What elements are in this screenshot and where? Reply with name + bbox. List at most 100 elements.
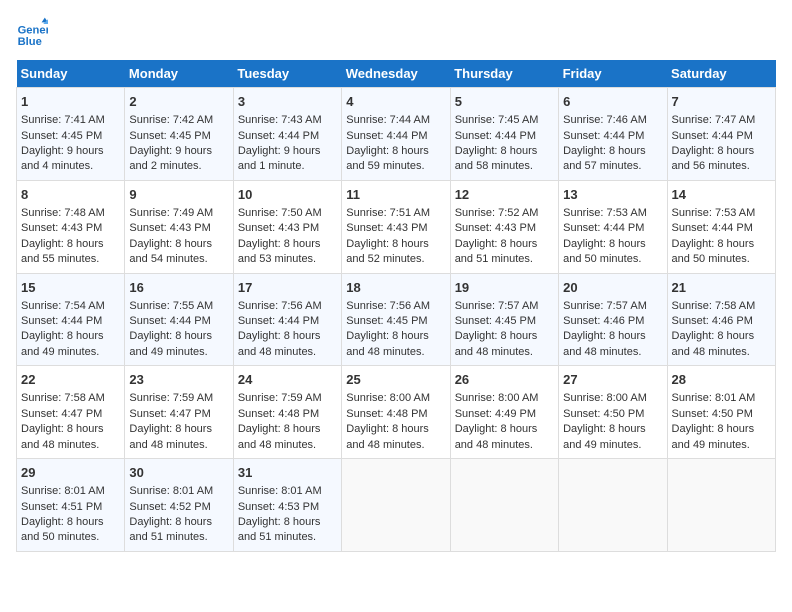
sunset-text: Sunset: 4:44 PM xyxy=(346,130,427,142)
day-header-saturday: Saturday xyxy=(667,60,775,88)
daylight-text: Daylight: 8 hours and 48 minutes. xyxy=(672,330,755,357)
logo-icon: General Blue xyxy=(16,16,48,48)
daylight-text: Daylight: 8 hours and 51 minutes. xyxy=(455,238,538,265)
sunrise-text: Sunrise: 7:43 AM xyxy=(238,114,322,126)
daylight-text: Daylight: 8 hours and 52 minutes. xyxy=(346,238,429,265)
sunrise-text: Sunrise: 7:55 AM xyxy=(129,300,213,312)
calendar-body: 1 Sunrise: 7:41 AM Sunset: 4:45 PM Daylight… xyxy=(17,88,776,552)
calendar-cell xyxy=(342,459,450,552)
day-number: 2 xyxy=(129,93,228,111)
calendar-cell: 4Sunrise: 7:44 AMSunset: 4:44 PMDaylight… xyxy=(342,88,450,181)
sunrise-text: Sunrise: 7:50 AM xyxy=(238,207,322,219)
sunrise-text: Sunrise: 8:01 AM xyxy=(21,485,105,497)
day-number: 12 xyxy=(455,186,554,204)
day-header-friday: Friday xyxy=(559,60,667,88)
day-number: 10 xyxy=(238,186,337,204)
day-number: 18 xyxy=(346,279,445,297)
sunset-text: Sunset: 4:50 PM xyxy=(563,408,644,420)
day-number: 1 xyxy=(21,93,120,111)
calendar-cell: 14 Sunrise: 7:53 AM Sunset: 4:44 PM Dayligh… xyxy=(667,180,775,273)
day-number: 20 xyxy=(563,279,662,297)
calendar-cell: 21Sunrise: 7:58 AMSunset: 4:46 PMDayligh… xyxy=(667,273,775,366)
day-number: 6 xyxy=(563,93,662,111)
sunrise-text: Sunrise: 8:01 AM xyxy=(238,485,322,497)
day-header-thursday: Thursday xyxy=(450,60,558,88)
sunrise-text: Sunrise: 7:58 AM xyxy=(21,392,105,404)
day-number: 31 xyxy=(238,464,337,482)
day-number: 30 xyxy=(129,464,228,482)
calendar-week-1: 1Sunrise: 7:41 AMSunset: 4:45 PMDaylight… xyxy=(17,88,776,181)
sunrise-text: Sunrise: 7:56 AM xyxy=(346,300,430,312)
calendar-week-2: 8Sunrise: 7:48 AMSunset: 4:43 PMDaylight… xyxy=(17,180,776,273)
sunrise-text: Sunrise: 7:48 AM xyxy=(21,207,105,219)
day-number: 3 xyxy=(238,93,337,111)
calendar-cell: 7Sunrise: 7:47 AMSunset: 4:44 PMDaylight… xyxy=(667,88,775,181)
sunrise-text: Sunrise: 7:59 AM xyxy=(238,392,322,404)
calendar-cell: 25Sunrise: 8:00 AMSunset: 4:48 PMDayligh… xyxy=(342,366,450,459)
sunrise-text: Sunrise: 7:53 AM xyxy=(672,207,756,219)
calendar-cell: 15Sunrise: 7:54 AMSunset: 4:44 PMDayligh… xyxy=(17,273,125,366)
calendar-header-row: SundayMondayTuesdayWednesdayThursdayFrid… xyxy=(17,60,776,88)
day-number: 27 xyxy=(563,371,662,389)
daylight-text: Daylight: 8 hours and 48 minutes. xyxy=(129,423,212,450)
sunrise-text: Sunrise: 8:00 AM xyxy=(563,392,647,404)
sunset-text: Sunset: 4:48 PM xyxy=(346,408,427,420)
daylight-text: Daylight: 8 hours and 48 minutes. xyxy=(455,330,538,357)
sunset-text: Sunset: 4:47 PM xyxy=(129,408,210,420)
calendar-cell: 23Sunrise: 7:59 AMSunset: 4:47 PMDayligh… xyxy=(125,366,233,459)
day-number: 23 xyxy=(129,371,228,389)
sunset-text: Sunset: 4:47 PM xyxy=(21,408,102,420)
calendar-cell: 2Sunrise: 7:42 AMSunset: 4:45 PMDaylight… xyxy=(125,88,233,181)
day-number: 14 xyxy=(672,186,771,204)
calendar-cell: 10Sunrise: 7:50 AMSunset: 4:43 PMDayligh… xyxy=(233,180,341,273)
calendar-cell xyxy=(667,459,775,552)
sunset-text: Sunset: 4:44 PM xyxy=(672,222,753,234)
day-number: 15 xyxy=(21,279,120,297)
daylight-text: Daylight: 8 hours and 50 minutes. xyxy=(21,516,104,543)
sunset-text: Sunset: 4:46 PM xyxy=(563,315,644,327)
day-number: 22 xyxy=(21,371,120,389)
calendar-cell: 26Sunrise: 8:00 AMSunset: 4:49 PMDayligh… xyxy=(450,366,558,459)
day-number: 21 xyxy=(672,279,771,297)
day-number: 9 xyxy=(129,186,228,204)
calendar-cell xyxy=(450,459,558,552)
calendar-cell: 29Sunrise: 8:01 AMSunset: 4:51 PMDayligh… xyxy=(17,459,125,552)
calendar-cell: 12Sunrise: 7:52 AMSunset: 4:43 PMDayligh… xyxy=(450,180,558,273)
daylight-text: Daylight: 8 hours and 48 minutes. xyxy=(346,423,429,450)
sunrise-text: Sunrise: 8:00 AM xyxy=(346,392,430,404)
sunset-text: Sunset: 4:45 PM xyxy=(21,130,102,142)
daylight-text: Daylight: 8 hours and 50 minutes. xyxy=(672,238,755,265)
sunrise-text: Sunrise: 7:41 AM xyxy=(21,114,105,126)
day-number: 7 xyxy=(672,93,771,111)
sunset-text: Sunset: 4:43 PM xyxy=(346,222,427,234)
svg-text:General: General xyxy=(18,25,48,37)
daylight-text: Daylight: 8 hours and 48 minutes. xyxy=(21,423,104,450)
calendar-cell xyxy=(559,459,667,552)
sunrise-text: Sunrise: 7:42 AM xyxy=(129,114,213,126)
daylight-text: Daylight: 8 hours and 51 minutes. xyxy=(238,516,321,543)
sunrise-text: Sunrise: 7:46 AM xyxy=(563,114,647,126)
calendar-cell: 6Sunrise: 7:46 AMSunset: 4:44 PMDaylight… xyxy=(559,88,667,181)
sunset-text: Sunset: 4:45 PM xyxy=(346,315,427,327)
sunrise-text: Sunrise: 7:47 AM xyxy=(672,114,756,126)
calendar-cell: 24Sunrise: 7:59 AMSunset: 4:48 PMDayligh… xyxy=(233,366,341,459)
calendar-cell: 17Sunrise: 7:56 AMSunset: 4:44 PMDayligh… xyxy=(233,273,341,366)
sunset-text: Sunset: 4:52 PM xyxy=(129,501,210,513)
sunset-text: Sunset: 4:49 PM xyxy=(455,408,536,420)
sunset-text: Sunset: 4:43 PM xyxy=(21,222,102,234)
day-header-sunday: Sunday xyxy=(17,60,125,88)
day-header-tuesday: Tuesday xyxy=(233,60,341,88)
daylight-text: Daylight: 8 hours and 48 minutes. xyxy=(563,330,646,357)
calendar-cell: 8Sunrise: 7:48 AMSunset: 4:43 PMDaylight… xyxy=(17,180,125,273)
calendar-table: SundayMondayTuesdayWednesdayThursdayFrid… xyxy=(16,60,776,552)
calendar-cell: 27Sunrise: 8:00 AMSunset: 4:50 PMDayligh… xyxy=(559,366,667,459)
sunset-text: Sunset: 4:44 PM xyxy=(455,130,536,142)
calendar-cell: 28Sunrise: 8:01 AMSunset: 4:50 PMDayligh… xyxy=(667,366,775,459)
sunset-text: Sunset: 4:44 PM xyxy=(21,315,102,327)
sunrise-text: Sunrise: 7:54 AM xyxy=(21,300,105,312)
sunset-text: Sunset: 4:44 PM xyxy=(238,130,319,142)
sunrise-text: Sunrise: 7:49 AM xyxy=(129,207,213,219)
sunrise-text: Sunrise: 7:52 AM xyxy=(455,207,539,219)
day-number: 26 xyxy=(455,371,554,389)
daylight-text: Daylight: 8 hours and 50 minutes. xyxy=(563,238,646,265)
